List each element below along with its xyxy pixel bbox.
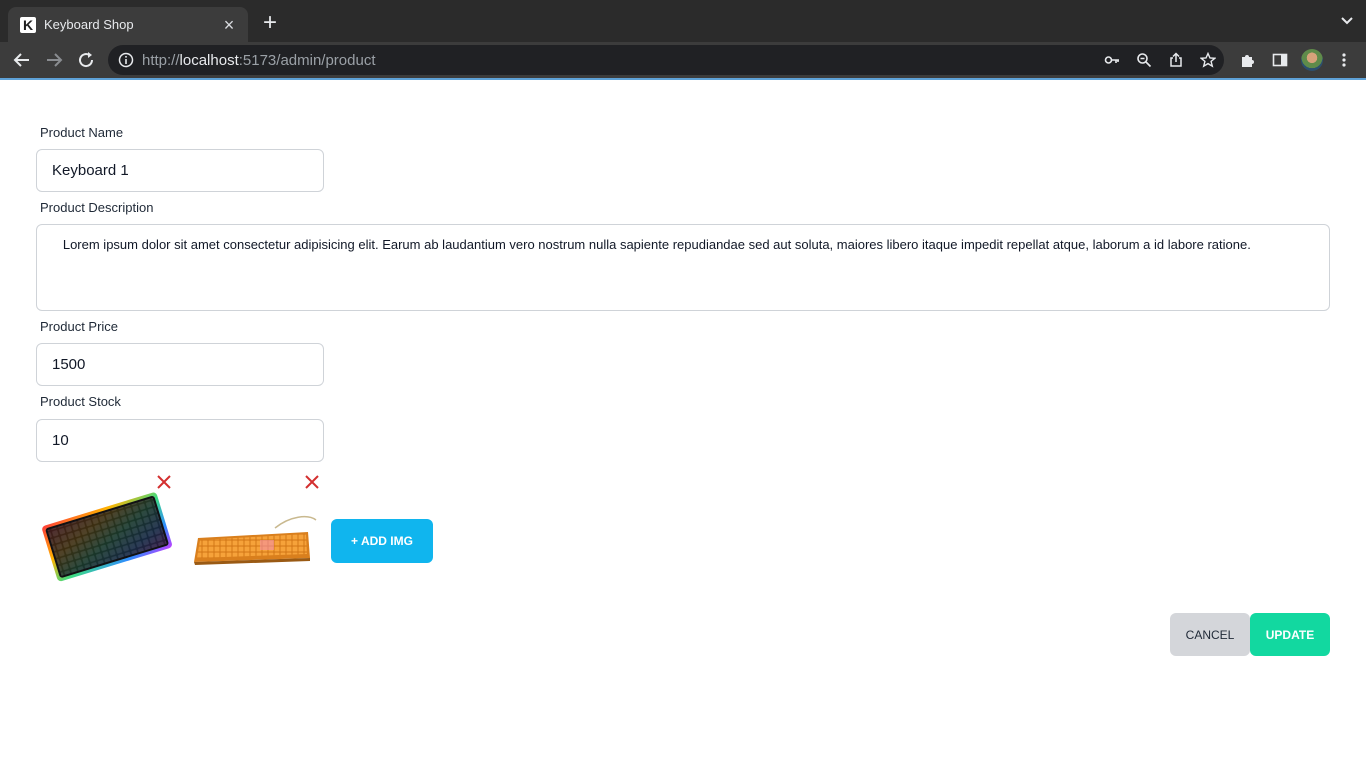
url-text: http://localhost:5173/admin/product [142, 52, 376, 69]
product-name-input[interactable] [36, 149, 324, 192]
tab-search-chevron-icon[interactable] [1340, 14, 1354, 28]
back-arrow-icon[interactable] [12, 50, 32, 70]
product-description-textarea[interactable]: Lorem ipsum dolor sit amet consectetur a… [36, 224, 1330, 311]
orange-keyboard-image [194, 515, 317, 565]
site-favicon-icon: K [20, 16, 36, 33]
browser-toolbar: http://localhost:5173/admin/product [0, 42, 1366, 80]
product-price-label: Product Price [40, 319, 119, 334]
remove-image-1-icon[interactable] [156, 474, 172, 490]
remove-image-2-icon[interactable] [304, 474, 320, 490]
more-menu-icon[interactable] [1336, 52, 1352, 68]
profile-avatar[interactable] [1301, 49, 1323, 71]
side-panel-icon[interactable] [1272, 52, 1288, 68]
product-stock-label: Product Stock [40, 394, 121, 409]
tab-close-icon[interactable]: × [220, 16, 238, 34]
product-price-input[interactable] [36, 343, 324, 386]
product-description-label: Product Description [40, 200, 154, 215]
share-icon[interactable] [1168, 52, 1184, 68]
browser-tab[interactable]: K Keyboard Shop × [8, 7, 248, 42]
reload-icon[interactable] [76, 50, 96, 70]
cancel-button[interactable]: CANCEL [1170, 613, 1250, 656]
extensions-puzzle-icon[interactable] [1240, 52, 1256, 68]
update-button[interactable]: UPDATE [1250, 613, 1330, 656]
product-name-label: Product Name [40, 125, 124, 140]
bookmark-star-icon[interactable] [1200, 52, 1216, 68]
address-bar[interactable]: http://localhost:5173/admin/product [108, 45, 1224, 75]
site-info-icon[interactable] [118, 52, 134, 68]
new-tab-button[interactable]: + [258, 11, 282, 35]
browser-tab-strip: K Keyboard Shop × + [0, 0, 1366, 42]
product-stock-input[interactable] [36, 419, 324, 462]
zoom-out-icon[interactable] [1136, 52, 1152, 68]
rgb-keyboard-image [42, 492, 172, 582]
forward-arrow-icon[interactable] [44, 50, 64, 70]
key-icon[interactable] [1104, 52, 1120, 68]
add-image-button[interactable]: + ADD IMG [331, 519, 433, 563]
tab-title: Keyboard Shop [44, 17, 134, 32]
